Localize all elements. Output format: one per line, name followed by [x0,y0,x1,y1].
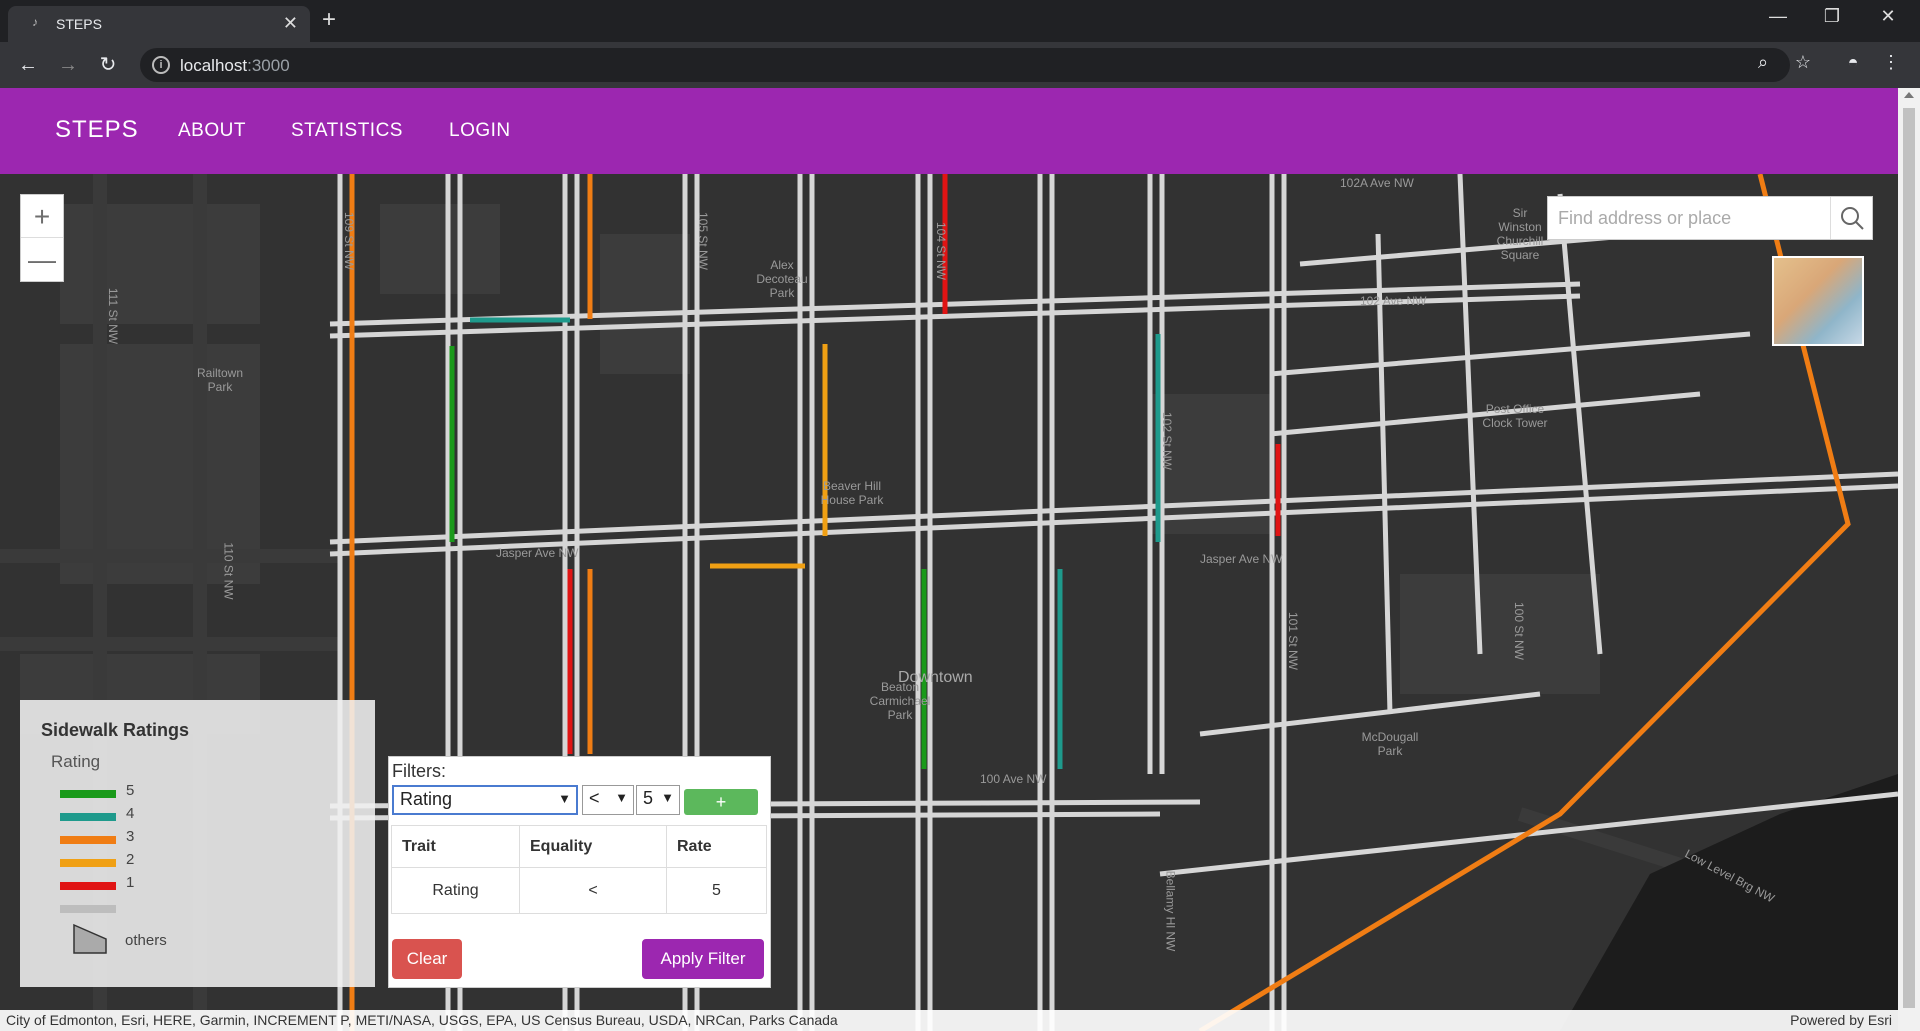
url-text: localhost:3000 [180,56,290,75]
street-label: 102 Ave NW [1360,294,1427,308]
legend-swatch [60,790,116,798]
close-window-icon[interactable]: ✕ [1868,6,1908,27]
close-tab-icon[interactable]: ✕ [283,13,298,34]
search-input[interactable] [1548,197,1834,239]
filters-label: Filters: [392,761,446,781]
minimize-icon[interactable]: — [1758,6,1798,27]
back-icon[interactable]: ← [14,51,42,79]
table-cell: < [519,867,667,914]
park-label: Beaver Hill House Park [820,479,884,507]
attribution-text: City of Edmonton, Esri, HERE, Garmin, IN… [6,1012,838,1028]
legend-swatch [60,836,116,844]
search-icon [1841,207,1864,230]
basemap-toggle[interactable] [1772,256,1864,346]
app-navbar: STEPS ABOUT STATISTICS LOGIN [0,88,1898,174]
page-scrollbar[interactable] [1898,88,1920,1031]
powered-by-text[interactable]: Powered by Esri [1790,1012,1892,1028]
incognito-icon[interactable]: ◓ [1840,52,1866,73]
street-label: Jasper Ave NW [1200,552,1283,566]
equality-select[interactable]: < ▼ [582,785,634,815]
nav-statistics[interactable]: STATISTICS [291,120,403,142]
landmark-label: Post Office Clock Tower [1482,402,1548,430]
tab-title: STEPS [56,16,102,32]
park-label: McDougall Park [1361,730,1419,758]
map-attribution: City of Edmonton, Esri, HERE, Garmin, IN… [0,1010,1898,1031]
chevron-down-icon: ▼ [615,790,628,805]
zoom-out-button[interactable]: — [21,238,63,281]
table-cell: 5 [666,867,767,914]
park-label: Alex Decoteau Park [756,258,808,300]
map-search [1547,196,1873,240]
park-label: Sir Winston Churchill Square [1496,206,1544,262]
brand-logo[interactable]: STEPS [55,116,139,144]
legend-title: Sidewalk Ratings [41,720,190,740]
table-header: Equality [519,825,667,868]
street-label: 105 St NW [696,211,711,271]
trait-select[interactable]: Rating ▼ [392,785,578,815]
add-filter-button[interactable]: + [684,789,758,815]
zoom-in-button[interactable]: + [21,195,63,238]
table-cell: Rating [391,867,520,914]
nav-login[interactable]: LOGIN [449,120,511,142]
legend-others-label: others [125,932,167,949]
park-label: Railtown Park [196,366,244,394]
legend-subtitle: Rating [51,752,101,771]
browser-tab[interactable]: ♪ STEPS ✕ [8,6,310,42]
legend-panel: Sidewalk Ratings Rating 5 4 3 2 1 others [20,700,375,987]
table-header: Trait [391,825,520,868]
nav-about[interactable]: ABOUT [178,120,246,142]
table-header: Rate [666,825,767,868]
browser-tab-strip: ♪ STEPS ✕ + — ❐ ✕ [0,0,1920,42]
search-button[interactable] [1830,197,1872,239]
street-label: 101 St NW [1286,611,1301,671]
filter-table: Trait Equality Rate Rating < 5 [391,825,767,914]
reload-icon[interactable]: ↻ [94,51,122,79]
scroll-up-icon[interactable] [1904,92,1914,98]
chevron-down-icon: ▼ [558,791,571,806]
street-label: 111 St NW [106,287,121,345]
street-label: 102 St NW [1160,411,1175,471]
zoom-control: + — [20,194,64,282]
street-label: Bellamy Hl NW [1163,870,1178,952]
forward-icon[interactable]: → [54,51,82,79]
clear-button[interactable]: Clear [392,939,462,979]
legend-swatch [60,882,116,890]
favicon-icon: ♪ [32,15,38,29]
legend-swatch [60,905,116,913]
info-icon[interactable]: i [152,56,170,74]
street-label: 109 St NW [342,211,357,271]
chevron-down-icon: ▼ [661,790,674,805]
browser-toolbar: ← → ↻ i localhost:3000 ⌕ ☆ ◓ ⋮ [0,42,1920,88]
street-label: 104 St NW [934,221,949,281]
bookmark-star-icon[interactable]: ☆ [1790,52,1816,73]
polygon-icon [73,923,107,954]
rate-select[interactable]: 5 ▼ [636,785,680,815]
street-label: Jasper Ave NW [496,546,579,560]
scrollbar-thumb[interactable] [1903,108,1915,1008]
street-label: 110 St NW [221,542,236,600]
filter-panel: Filters: Rating ▼ < ▼ 5 ▼ + Trait Equality … [388,756,771,988]
menu-icon[interactable]: ⋮ [1878,52,1904,73]
legend-swatch [60,859,116,867]
park-label: Beaton Carmichael Park [869,680,931,722]
new-tab-icon[interactable]: + [322,6,336,34]
zoom-icon[interactable]: ⌕ [1750,52,1776,73]
address-bar[interactable]: i localhost:3000 [140,48,1790,82]
map-view[interactable]: 102A Ave NW 102 Ave NW Jasper Ave NW Jas… [0,174,1898,1031]
street-label: 100 St NW [1512,601,1527,661]
restore-icon[interactable]: ❐ [1812,6,1852,27]
street-label: 100 Ave NW [980,772,1047,786]
table-row[interactable]: Rating < 5 [391,867,767,914]
legend-swatch [60,813,116,821]
apply-filter-button[interactable]: Apply Filter [642,939,764,979]
street-label: 102A Ave NW [1340,176,1414,190]
